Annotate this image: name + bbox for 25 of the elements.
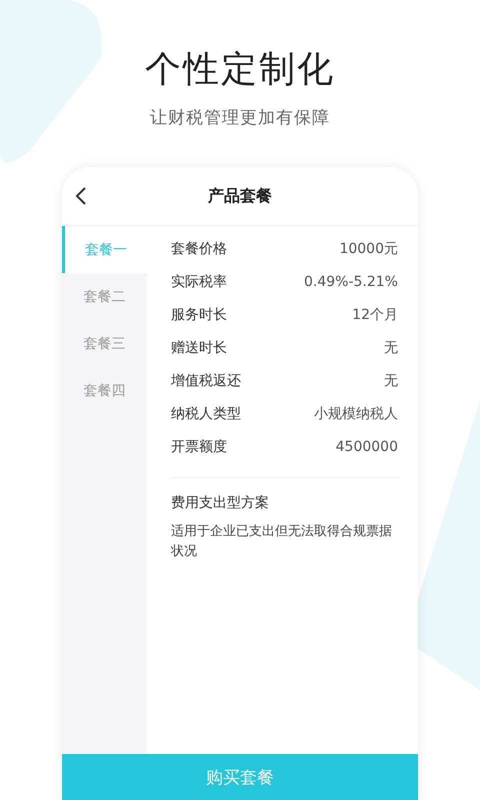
detail-label: 服务时长 — [171, 306, 227, 324]
plan-description: 适用于企业已支出但无法取得合规票据状况 — [171, 523, 393, 561]
detail-value: 小规模纳税人 — [314, 404, 398, 422]
plan-title: 费用支出型方案 — [171, 494, 270, 512]
detail-value: 无 — [384, 372, 398, 390]
package-tab[interactable]: 套餐三 — [62, 320, 147, 367]
headline: 个性定制化 — [145, 48, 335, 92]
buy-button[interactable]: 购买套餐 — [62, 754, 418, 800]
detail-label: 实际税率 — [171, 272, 227, 290]
detail-label: 增值税返还 — [171, 372, 241, 390]
detail-value: 12个月 — [352, 306, 398, 324]
back-icon[interactable] — [74, 187, 88, 205]
detail-value: 10000元 — [339, 240, 398, 258]
package-tab[interactable]: 套餐四 — [62, 367, 147, 414]
detail-label: 赠送时长 — [171, 338, 227, 356]
screen-title: 产品套餐 — [208, 186, 272, 206]
subtitle: 让财税管理更加有保障 — [150, 107, 330, 129]
package-tab[interactable]: 套餐二 — [62, 273, 147, 320]
package-tab[interactable]: 套餐一 — [62, 226, 147, 273]
detail-label: 开票额度 — [171, 438, 227, 456]
detail-value: 0.49%-5.21% — [304, 274, 398, 290]
detail-value: 4500000 — [336, 438, 398, 454]
detail-label: 纳税人类型 — [171, 404, 241, 422]
detail-value: 无 — [384, 338, 398, 356]
detail-label: 套餐价格 — [171, 240, 227, 258]
